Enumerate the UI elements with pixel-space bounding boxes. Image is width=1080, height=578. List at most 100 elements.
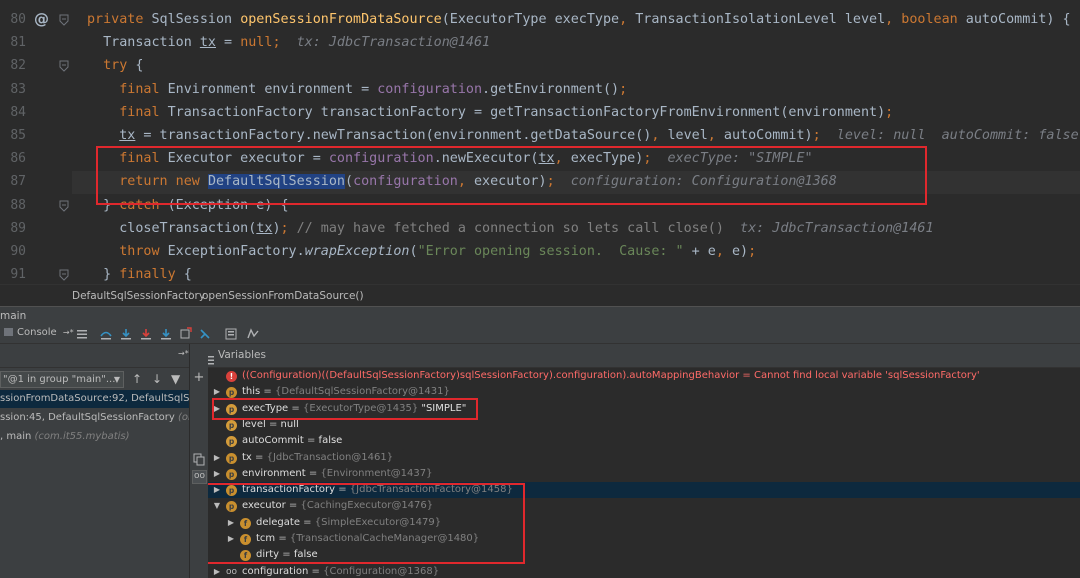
code-token: tx <box>256 220 273 236</box>
code-token: } <box>87 267 120 283</box>
code-token: level <box>667 128 708 143</box>
force-step-into-icon[interactable] <box>159 327 173 341</box>
step-out-icon[interactable] <box>178 327 192 341</box>
menu-icon[interactable] <box>75 327 89 341</box>
code-token: = <box>216 35 241 51</box>
arrow-up-icon[interactable]: ↑ <box>132 373 142 385</box>
variable-row[interactable]: ▶ p tx = {JdbcTransaction@1461} <box>208 450 1080 466</box>
stack-frame-row[interactable]: , main (com.it55.mybatis) <box>0 428 189 446</box>
code-token: TransactionFactory transactionFactory = … <box>167 104 886 120</box>
code-line[interactable]: } finally { <box>87 263 192 284</box>
line-number: 81 <box>10 35 26 51</box>
variable-row[interactable]: p autoCommit = false <box>208 433 1080 449</box>
equals-sign: = <box>265 418 281 430</box>
glasses-icon: oo <box>194 471 206 481</box>
fold-marker-icon[interactable] <box>59 14 69 26</box>
variable-text: environment = {Environment@1437} <box>242 466 432 482</box>
copy-icon[interactable] <box>192 451 206 466</box>
gutter-line[interactable]: 80 @ <box>0 8 72 31</box>
code-line[interactable]: private SqlSession openSessionFromDataSo… <box>87 8 1080 31</box>
variable-value: null <box>280 418 299 430</box>
list-icon <box>208 350 214 365</box>
variables-title: Variables <box>218 349 266 361</box>
frames-header: →* <box>0 344 189 368</box>
code-line[interactable]: Transaction tx = null; tx: JdbcTransacti… <box>87 31 490 54</box>
variable-name: environment <box>242 467 306 479</box>
watch-error-text: ((Configuration)((DefaultSqlSessionFacto… <box>242 370 980 381</box>
gutter-line[interactable]: 86 <box>0 147 72 170</box>
code-line[interactable]: tx = transactionFactory.newTransaction(e… <box>87 124 1078 147</box>
variable-row[interactable]: ▶ p environment = {Environment@1437} <box>208 466 1080 482</box>
code-token: final <box>87 81 168 97</box>
variable-row[interactable]: +!((Configuration)((DefaultSqlSessionFac… <box>208 368 1080 384</box>
drop-frame-icon[interactable] <box>198 327 212 341</box>
code-line[interactable]: final TransactionFactory transactionFact… <box>87 101 893 124</box>
step-over-icon[interactable] <box>119 327 133 341</box>
thread-selector[interactable]: "@1 in group "main"... ▼ <box>0 371 124 388</box>
line-number: 80 <box>10 12 26 27</box>
line-number: 85 <box>10 128 26 143</box>
gutter-line[interactable]: 84 <box>0 101 72 124</box>
stack-frame-row[interactable]: ssion:45, DefaultSqlSessionFactory (org.… <box>0 409 189 427</box>
override-marker-icon[interactable]: @ <box>34 11 49 28</box>
variable-type: {Configuration@1368} <box>323 565 440 577</box>
code-line[interactable]: final Environment environment = configur… <box>87 78 627 101</box>
step-into-icon[interactable] <box>139 327 153 341</box>
line-number: 82 <box>10 58 26 74</box>
variable-value: false <box>318 435 343 447</box>
parameter-icon: p <box>226 436 237 448</box>
console-tab[interactable]: Console →* <box>4 327 74 338</box>
variable-row[interactable]: ▶ oo configuration = {Configuration@1368} <box>208 564 1080 578</box>
code-token: private <box>87 12 152 27</box>
variables-header: Variables <box>208 344 1080 368</box>
gutter-line[interactable]: 89 <box>0 217 72 240</box>
debug-session-tab[interactable]: main <box>0 310 26 322</box>
expand-arrow-icon[interactable]: ▶ <box>212 564 222 578</box>
trace-icon[interactable] <box>246 327 260 341</box>
code-token: ; <box>812 128 837 143</box>
gutter-line[interactable]: 81 <box>0 31 72 54</box>
fold-marker-icon[interactable] <box>59 269 69 281</box>
code-token: .getEnvironment() <box>482 81 620 97</box>
code-token: SqlSession <box>151 12 241 27</box>
parameter-icon: p <box>226 419 237 431</box>
code-line[interactable]: try { <box>87 54 143 77</box>
gutter-line[interactable]: 90 <box>0 240 72 263</box>
code-token: ; <box>748 244 757 259</box>
fold-marker-icon[interactable] <box>59 60 69 73</box>
code-editor[interactable]: 80 @ private SqlSession openSessionFromDat… <box>0 0 1080 284</box>
line-number: 88 <box>10 197 26 213</box>
inline-debug-value: tx: JdbcTransaction@1461 <box>296 35 491 51</box>
gutter-line[interactable]: 83 <box>0 78 72 101</box>
gutter-line[interactable]: 87 <box>0 170 72 193</box>
filter-icon[interactable]: ▼ <box>171 373 180 385</box>
code-token: , <box>651 128 668 143</box>
expand-arrow-icon[interactable]: ▶ <box>212 450 222 466</box>
frames-pin-icon[interactable]: →* <box>178 349 189 358</box>
variable-text: tx = {JdbcTransaction@1461} <box>242 450 393 466</box>
gutter-line[interactable]: 82 <box>0 54 72 77</box>
gutter-line[interactable]: 85 <box>0 124 72 147</box>
fold-marker-icon[interactable] <box>59 200 69 212</box>
code-token: finally <box>119 267 184 283</box>
code-token: openSessionFromDataSource <box>240 12 442 27</box>
add-watch-icon[interactable]: + <box>192 371 206 385</box>
variable-name: this <box>242 386 261 398</box>
code-token: ; <box>619 81 628 97</box>
variable-text: ((Configuration)((DefaultSqlSessionFacto… <box>242 368 980 384</box>
breadcrumb-class[interactable]: DefaultSqlSessionFactory <box>72 290 205 302</box>
gutter-line[interactable]: 91 <box>0 263 72 284</box>
line-number: 84 <box>10 104 26 120</box>
stack-frame-row[interactable]: ssionFromDataSource:92, DefaultSqlSessio… <box>0 390 189 408</box>
expand-arrow-icon[interactable]: ▶ <box>212 466 222 482</box>
code-line[interactable]: closeTransaction(tx); // may have fetche… <box>87 217 933 240</box>
stack-frame-label: , main <box>0 431 35 442</box>
show-execution-point-icon[interactable] <box>99 327 113 341</box>
gutter-line[interactable]: 88 <box>0 194 72 217</box>
breadcrumb-method[interactable]: openSessionFromDataSource() <box>202 290 364 302</box>
watches-icon[interactable]: oo <box>192 470 207 484</box>
code-line[interactable]: throw ExceptionFactory.wrapException("Er… <box>87 240 756 263</box>
evaluate-expression-icon[interactable] <box>224 327 238 341</box>
arrow-down-icon[interactable]: ↓ <box>152 373 162 385</box>
code-token: , <box>707 128 724 143</box>
